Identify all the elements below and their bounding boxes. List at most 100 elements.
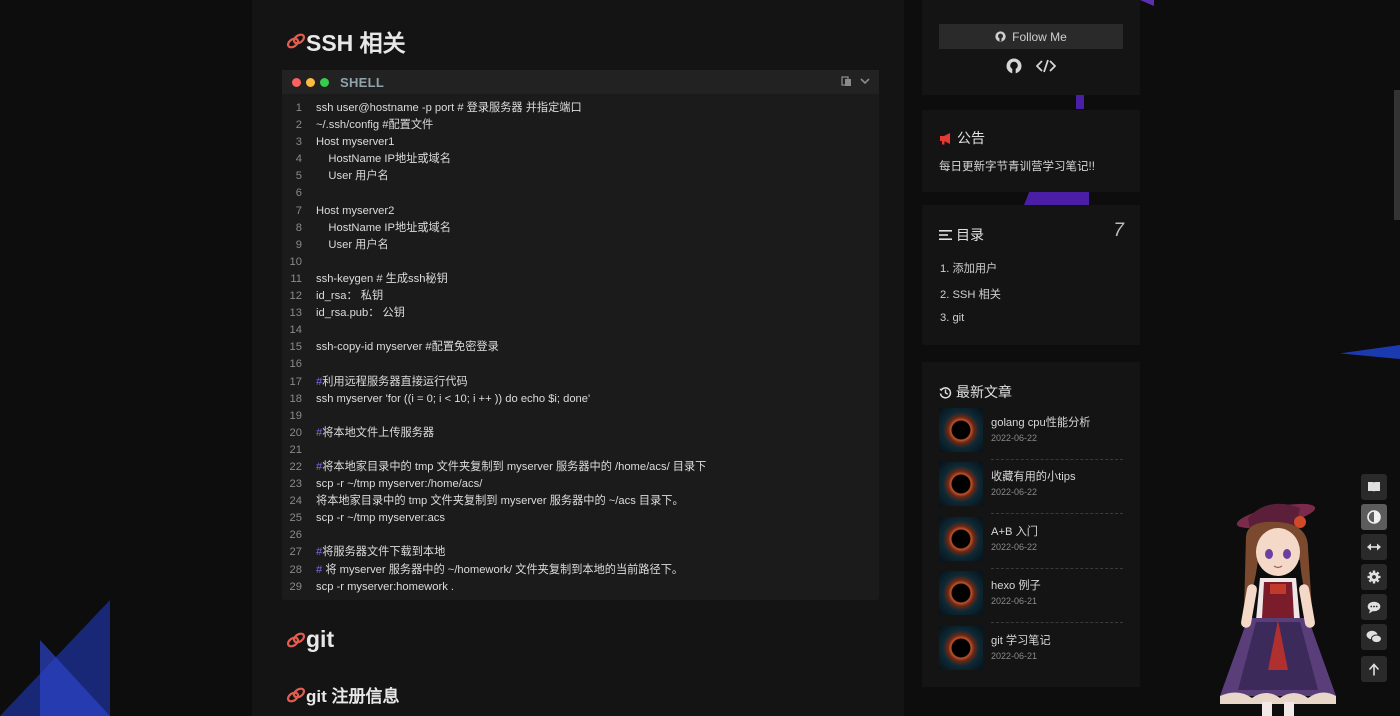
comment-button[interactable] <box>1361 594 1387 620</box>
code-language: SHELL <box>340 74 385 90</box>
code-line: 21 <box>282 442 879 459</box>
line-number: 1 <box>295 102 302 114</box>
follow-me-button[interactable]: Follow Me <box>939 24 1123 49</box>
line-number: 11 <box>290 272 302 285</box>
decor-bar <box>1340 345 1400 359</box>
line-number: 9 <box>295 238 302 251</box>
list-icon <box>939 230 952 240</box>
line-number: 3 <box>295 136 302 149</box>
code-text-content: scp -r myserver:homework . <box>316 580 455 593</box>
post-title[interactable]: golang cpu性能分析 <box>991 414 1091 430</box>
code-text-content: ssh-keygen # 生成ssh秘钥 <box>316 272 448 285</box>
code-line: 25 scp -r ~/tmp myserver:acs <box>282 510 879 527</box>
heading-text: SSH 相关 <box>306 30 406 56</box>
toc-title: 目录 <box>939 225 984 245</box>
toc-item-git[interactable]: 3. git <box>940 312 964 324</box>
scrollbar[interactable] <box>1394 90 1400 220</box>
code-text-content: ~/.ssh/config #配置文件 <box>316 119 434 132</box>
code-line: 28 # 将 myserver 服务器中的 ~/homework/ 文件夹复制到本… <box>282 562 879 579</box>
code-line: 7 Host myserver2 <box>282 203 879 220</box>
code-text-content: 将本地家目录中的 tmp 文件夹复制到 myserver 服务器中的 ~/acs… <box>316 495 684 508</box>
line-number: 20 <box>289 426 302 439</box>
recent-post[interactable]: hexo 例子 2022-06-21 <box>939 571 1123 623</box>
post-thumbnail[interactable] <box>939 517 983 561</box>
back-to-top-button[interactable] <box>1361 656 1387 682</box>
link-icon[interactable] <box>286 632 306 648</box>
post-title[interactable]: git 学习笔记 <box>991 632 1051 648</box>
code-text: scp -r ~/tmp myserver:/home/acs/ <box>302 476 482 493</box>
code-text: ssh myserver 'for ((i = 0; i < 10; i ++ … <box>302 391 590 408</box>
post-thumbnail[interactable] <box>939 571 983 615</box>
code-text: # 将 myserver 服务器中的 ~/homework/ 文件夹复制到本地的… <box>302 562 683 579</box>
code-text-content: Host myserver1 <box>316 136 395 149</box>
code-text-content: 将服务器文件下载到本地 <box>322 546 446 559</box>
post-thumbnail[interactable] <box>939 626 983 670</box>
post-title[interactable]: 收藏有用的小tips <box>991 468 1076 484</box>
line-number: 26 <box>289 529 302 542</box>
recent-post[interactable]: A+B 入门 2022-06-22 <box>939 517 1123 569</box>
code-line: 4 HostName IP地址或域名 <box>282 151 879 168</box>
code-line: 29 scp -r myserver:homework . <box>282 579 879 596</box>
article-content: SSH 相关 SHELL 1 ssh user@hostname -p port … <box>252 0 904 716</box>
code-text-content: Host myserver2 <box>316 204 395 217</box>
recent-post[interactable]: git 学习笔记 2022-06-21 <box>939 626 1123 672</box>
post-title[interactable]: A+B 入门 <box>991 523 1038 539</box>
notice-text: 每日更新字节青训营学习笔记!! <box>939 161 1095 173</box>
code-text-content: scp -r ~/tmp myserver:/home/acs/ <box>316 478 483 491</box>
post-thumbnail[interactable] <box>939 408 983 452</box>
copy-icon[interactable] <box>841 75 853 87</box>
code-text: HostName IP地址或域名 <box>302 151 450 168</box>
chevron-down-icon[interactable] <box>859 75 871 87</box>
reading-mode-button[interactable] <box>1361 474 1387 500</box>
recent-title: 最新文章 <box>939 382 1012 402</box>
code-line: 10 <box>282 254 879 271</box>
code-text: #将服务器文件下载到本地 <box>302 544 445 561</box>
code-line: 24 将本地家目录中的 tmp 文件夹复制到 myserver 服务器中的 ~/a… <box>282 493 879 510</box>
code-line: 6 <box>282 185 879 202</box>
settings-button[interactable] <box>1361 564 1387 590</box>
post-thumbnail[interactable] <box>939 462 983 506</box>
code-text-content: User 用户名 <box>316 170 389 183</box>
line-number: 8 <box>295 221 302 234</box>
code-icon[interactable] <box>1036 58 1056 74</box>
link-icon[interactable] <box>286 33 306 49</box>
toc-item-ssh[interactable]: 2. SSH 相关 <box>940 286 1001 302</box>
github-icon[interactable] <box>1006 58 1022 74</box>
megaphone-icon <box>940 132 950 144</box>
width-toggle-button[interactable] <box>1361 534 1387 560</box>
code-text-content: id_rsa： 私钥 <box>316 290 384 303</box>
line-number: 28 <box>289 563 302 576</box>
profile-card: Follow Me <box>922 0 1140 95</box>
recent-post[interactable]: 收藏有用的小tips 2022-06-22 <box>939 462 1123 514</box>
mascot-character-image[interactable] <box>1208 500 1358 716</box>
post-title[interactable]: hexo 例子 <box>991 577 1041 593</box>
arrow-up-icon <box>1368 662 1380 675</box>
code-line: 22 #将本地家目录中的 tmp 文件夹复制到 myserver 服务器中的 /h… <box>282 459 879 476</box>
recent-post[interactable]: golang cpu性能分析 2022-06-22 <box>939 408 1123 460</box>
post-date: 2022-06-22 <box>991 542 1038 552</box>
line-number: 21 <box>289 443 302 456</box>
line-number: 5 <box>295 170 302 183</box>
code-line: 14 <box>282 322 879 339</box>
line-number: 18 <box>289 392 302 405</box>
decor-bar <box>1024 192 1089 205</box>
chat-button[interactable] <box>1361 624 1387 650</box>
follow-label: Follow Me <box>1012 29 1067 44</box>
line-number: 14 <box>289 324 302 337</box>
code-text: User 用户名 <box>302 237 388 254</box>
code-header: SHELL <box>282 70 879 94</box>
code-line: 2 ~/.ssh/config #配置文件 <box>282 117 879 134</box>
heading-ssh: SSH 相关 <box>286 24 406 58</box>
code-line: 23 scp -r ~/tmp myserver:/home/acs/ <box>282 476 879 493</box>
theme-toggle-button[interactable] <box>1361 504 1387 530</box>
toc-item-add-user[interactable]: 1. 添加用户 <box>940 260 997 276</box>
code-text: id_rsa： 私钥 <box>302 288 383 305</box>
line-number: 7 <box>295 204 302 217</box>
link-icon[interactable] <box>286 687 306 703</box>
code-line: 17 #利用远程服务器直接运行代码 <box>282 374 879 391</box>
post-date: 2022-06-21 <box>991 596 1038 606</box>
